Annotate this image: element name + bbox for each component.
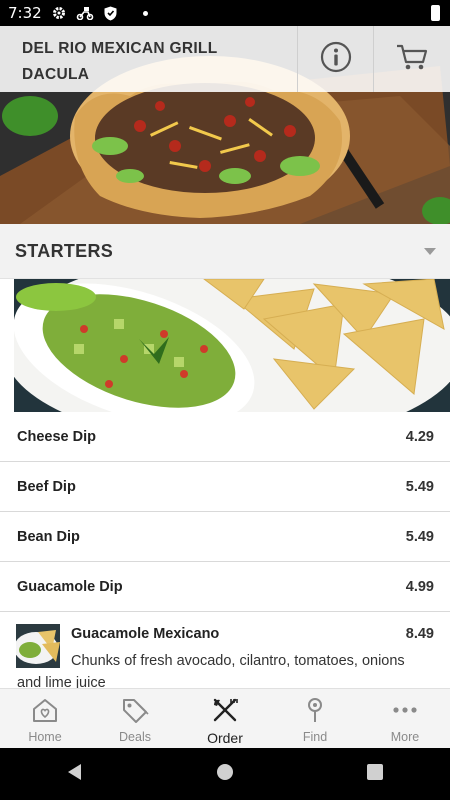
more-dots-icon: [391, 697, 419, 728]
home-icon: [31, 697, 59, 728]
menu-item-cheese-dip[interactable]: Cheese Dip 4.29: [0, 412, 450, 462]
menu-item-price: 4.29: [405, 428, 434, 445]
status-time: 7:32: [8, 4, 42, 22]
section-image: [14, 279, 450, 412]
home-circle-icon[interactable]: [216, 763, 234, 786]
tab-find[interactable]: Find: [270, 689, 360, 749]
tab-deals[interactable]: Deals: [90, 689, 180, 749]
menu-item-name: Guacamole Dip: [17, 578, 123, 595]
restaurant-name-line1: DEL RIO MEXICAN GRILL: [22, 40, 218, 57]
back-icon[interactable]: [66, 763, 84, 786]
delivery-scooter-icon: [76, 6, 94, 20]
info-button[interactable]: [296, 26, 374, 92]
tab-label: Find: [302, 730, 328, 744]
app-header: DEL RIO MEXICAN GRILL DACULA: [0, 26, 450, 92]
tab-label: Deals: [119, 730, 151, 744]
shield-icon: [104, 6, 117, 21]
menu-item-beef-dip[interactable]: Beef Dip 5.49: [0, 462, 450, 512]
tab-label: Order: [207, 730, 243, 746]
menu-item-price: 4.99: [405, 578, 434, 595]
utensils-icon: [211, 697, 239, 728]
chevron-down-icon: [424, 247, 436, 255]
restaurant-name: DEL RIO MEXICAN GRILL DACULA: [0, 26, 297, 92]
menu-item-price: 5.49: [405, 478, 434, 495]
info-icon: [320, 41, 352, 78]
system-nav-bar: [0, 748, 450, 800]
tab-label: Home: [28, 730, 62, 744]
tag-icon: [121, 697, 149, 728]
settings-gear-icon: [52, 6, 66, 20]
tab-order[interactable]: Order: [180, 689, 270, 749]
tab-more[interactable]: More: [360, 689, 450, 749]
menu-item-name: Beef Dip: [17, 478, 76, 495]
notification-dot: [142, 10, 148, 16]
cart-button[interactable]: [373, 26, 450, 92]
menu-item-guacamole-mexicano[interactable]: Guacamole Mexicano 8.49 Chunks of fresh …: [0, 612, 450, 688]
tab-label: More: [390, 730, 420, 744]
recents-square-icon[interactable]: [366, 763, 384, 786]
menu-item-list: Cheese Dip 4.29 Beef Dip 5.49 Bean Dip 5…: [0, 412, 450, 612]
menu-item-name: Cheese Dip: [17, 428, 96, 445]
cart-icon: [395, 42, 429, 77]
menu-item-price: 5.49: [405, 528, 434, 545]
restaurant-name-line2: DACULA: [22, 66, 90, 83]
bottom-tab-bar: Home Deals Order Find More: [0, 688, 450, 749]
menu-item-name: Bean Dip: [17, 528, 80, 545]
menu-item-price: 8.49: [405, 626, 434, 642]
starters-section-header[interactable]: STARTERS: [0, 224, 450, 279]
location-pin-icon: [301, 697, 329, 728]
menu-item-bean-dip[interactable]: Bean Dip 5.49: [0, 512, 450, 562]
tab-home[interactable]: Home: [0, 689, 90, 749]
status-bar: 7:32: [0, 0, 450, 26]
menu-item-name: Guacamole Mexicano: [71, 626, 220, 642]
menu-item-description: Chunks of fresh avocado, cilantro, tomat…: [17, 653, 405, 688]
section-title: STARTERS: [15, 240, 114, 261]
menu-item-guacamole-dip[interactable]: Guacamole Dip 4.99: [0, 562, 450, 612]
battery-icon: [431, 5, 440, 21]
